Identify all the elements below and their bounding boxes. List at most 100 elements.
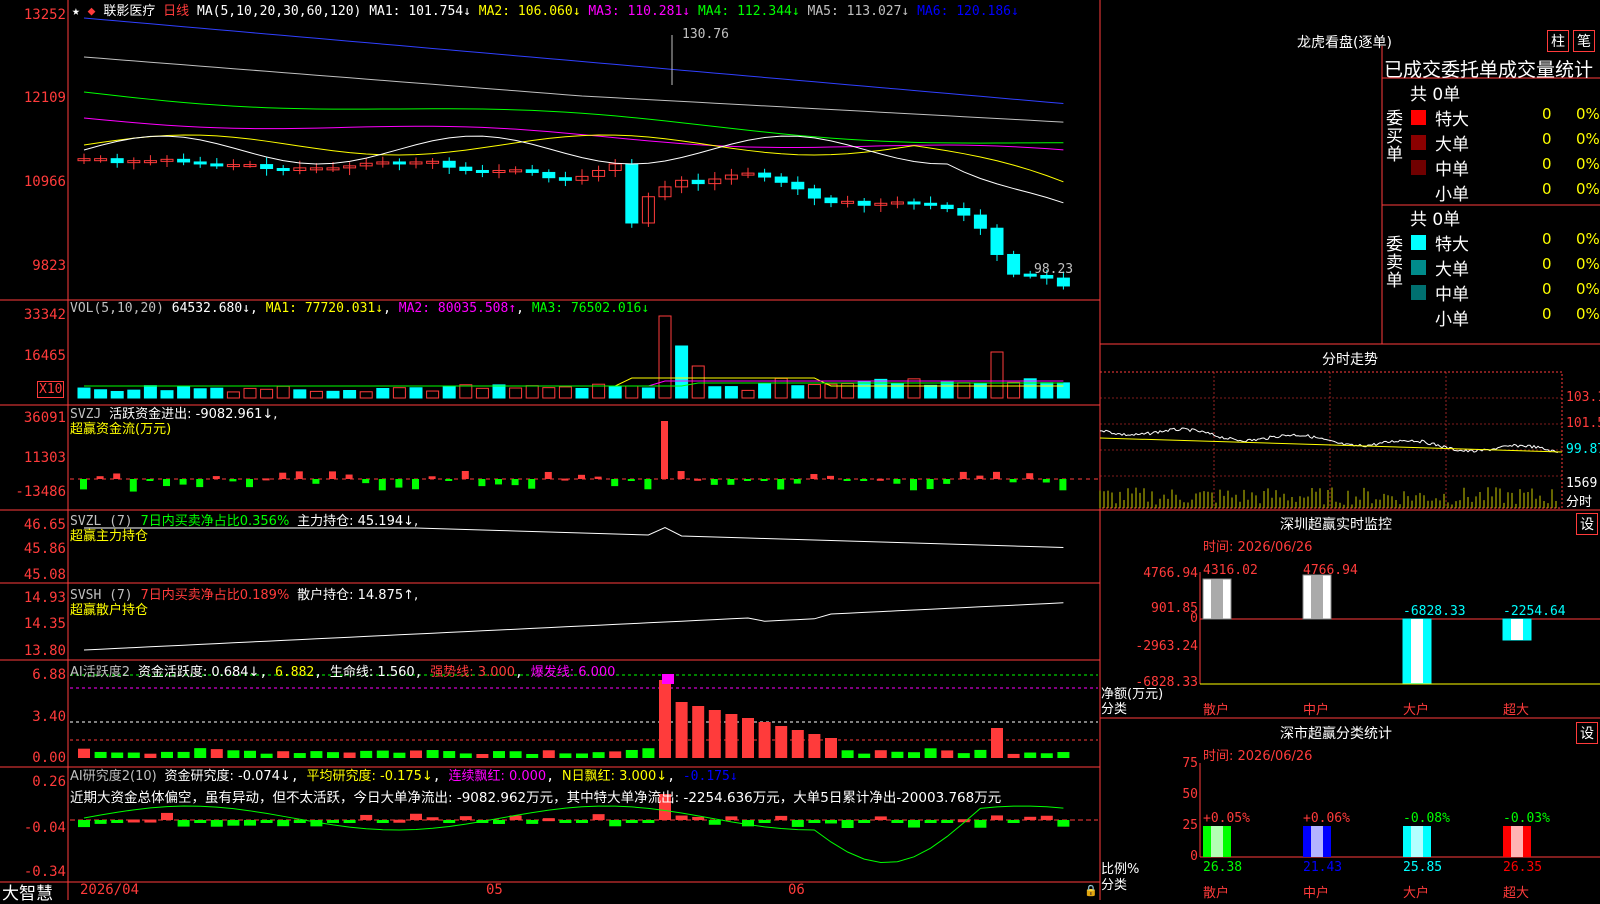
sz-bar-value: 4766.94 [1303, 563, 1358, 578]
research-bar [393, 819, 406, 823]
activity-bar [625, 749, 638, 758]
volume-bar [857, 380, 871, 399]
ai2-label: AI研究度2(10) [70, 769, 157, 784]
flow-bar [312, 479, 320, 484]
research-bar [559, 820, 572, 823]
activity-bar [476, 753, 489, 758]
svzl-line [84, 526, 1064, 548]
ai1-v2: 6.882 [275, 665, 315, 680]
ai2-nred: N日飘红: 3.000↓ [561, 769, 668, 784]
flow-bar [561, 478, 569, 481]
volume-bar [509, 387, 523, 399]
ma4-value: MA4: 112.344↓ [697, 4, 800, 19]
activity-bar [609, 751, 622, 758]
svsh-line [83, 602, 1064, 651]
flow-bar [329, 471, 336, 479]
flow-bar [760, 479, 768, 481]
sell-side-label: 委卖单 [1386, 235, 1403, 291]
activity-bar [94, 751, 107, 758]
ma6-value: MA6: 120.186↓ [917, 4, 1019, 19]
star-icon[interactable]: ★ [72, 4, 80, 19]
research-bar [526, 820, 539, 824]
activity-bar [78, 748, 90, 758]
row-percent: 0% [1576, 180, 1600, 198]
period-label[interactable]: 日线 [163, 4, 189, 19]
date-tick-1: 2026/04 [80, 882, 140, 898]
research-bar [708, 820, 721, 825]
svzl-ytick-3: 45.08 [23, 567, 66, 583]
volume-bar [807, 384, 821, 399]
activity-bar [991, 728, 1003, 758]
activity-bar [808, 734, 821, 758]
candle-body [276, 168, 290, 172]
research-bar [725, 816, 738, 820]
activity-bar [144, 753, 157, 758]
research-bar [874, 816, 887, 820]
research-bar [825, 820, 837, 824]
activity-bar [924, 748, 937, 758]
activity-bar [509, 751, 522, 758]
research-bar [808, 820, 821, 823]
svzl-hold: 主力持仓: 45.194↓, [297, 514, 419, 529]
flow-bar [528, 479, 536, 489]
tick-mode-button[interactable]: 笔 [1573, 30, 1595, 52]
sc-bar-shine [1511, 826, 1523, 857]
volume-bar [359, 391, 373, 399]
ai2-ytick-2: -0.04 [23, 820, 66, 836]
row-value: 0 [1542, 155, 1552, 173]
research-bar [775, 815, 788, 820]
ma1-value: MA1: 101.754↓ [369, 4, 471, 19]
research-bar [675, 815, 688, 820]
candle-body [210, 163, 224, 167]
vol-unit-badge[interactable]: X10 [37, 381, 65, 398]
flow-bar [910, 479, 917, 491]
ai1-ytick-2: 3.40 [32, 709, 66, 725]
sc-ytick-3: 25 [1182, 818, 1198, 833]
research-bar [791, 820, 804, 827]
candle-body [824, 197, 838, 204]
research-bar [908, 820, 920, 828]
buy-side-label: 委买单 [1386, 109, 1403, 165]
svzl-ytick-2: 45.86 [23, 541, 66, 557]
research-bar [127, 819, 140, 823]
activity-bar [177, 751, 190, 758]
sz-category: 散户 [1203, 703, 1230, 718]
activity-bar [708, 710, 721, 758]
sz-bar-value: -6828.33 [1403, 604, 1466, 619]
flow-bar [777, 479, 785, 490]
flow-bar [295, 471, 303, 479]
volume-bar [426, 390, 440, 399]
activity-bar [775, 726, 788, 758]
volume-bar [1023, 378, 1037, 399]
research-line [83, 805, 1064, 863]
volume-bar [343, 390, 357, 399]
lock-icon[interactable]: 🔒 [1084, 884, 1098, 897]
main-ytick-4: 9823 [32, 258, 66, 274]
research-bar [692, 816, 705, 820]
candle-body [990, 227, 1004, 255]
volume-bar [608, 386, 622, 399]
volume-bar [741, 389, 755, 399]
flow-bar [1009, 479, 1017, 483]
research-bar [858, 820, 871, 823]
fenshi-title: 分时走势 [1322, 352, 1378, 368]
ai2-comment: 近期大资金总体偏空，虽有异动，但不太活跃，今日大单净流出: -9082.962万… [70, 790, 1002, 806]
flow-bar [279, 472, 287, 479]
burst-marker [662, 674, 674, 684]
volume-bar [1040, 382, 1054, 399]
vol-label: VOL(5,10,20) [70, 301, 164, 316]
volume-bar [409, 387, 423, 399]
volume-bar [392, 387, 406, 399]
flow-bar [478, 479, 486, 487]
svsh-pct: 7日内买卖净占比0.189% [140, 588, 290, 603]
bar-mode-button[interactable]: 柱 [1547, 30, 1569, 52]
activity-bar [592, 752, 605, 758]
row-label: 大单 [1435, 135, 1469, 155]
flow-bar [229, 479, 237, 482]
sz-category: 超大 [1503, 703, 1530, 718]
sc-top-value: +0.06% [1303, 811, 1350, 826]
research-bar [625, 820, 638, 823]
sc-settings-button[interactable]: 设 [1576, 722, 1598, 744]
candle-body [260, 164, 274, 170]
sz-settings-button[interactable]: 设 [1576, 513, 1598, 535]
